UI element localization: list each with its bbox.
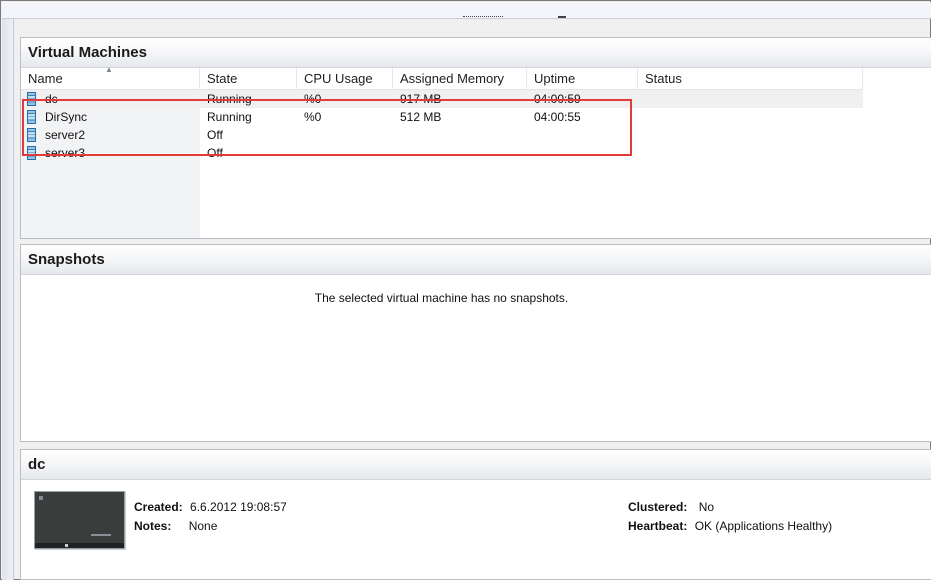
column-header-assigned-memory[interactable]: Assigned Memory (393, 68, 527, 90)
vm-status (638, 108, 863, 126)
vm-cpu-usage (297, 126, 393, 144)
virtual-machine-icon (27, 146, 36, 160)
vm-assigned-memory: 512 MB (400, 110, 442, 124)
vm-status (638, 126, 863, 144)
column-headers: ▲ Name State CPU Usage Assigned Memory U… (21, 65, 863, 90)
windows-logo-icon (91, 534, 111, 536)
hyperv-manager-window: Virtual Machines ▲ Name State CPU Usage … (0, 0, 931, 580)
taskbar (35, 543, 124, 548)
vm-uptime (527, 144, 638, 162)
vm-state: Off (207, 146, 223, 160)
vm-status (638, 144, 863, 162)
virtual-machines-title: Virtual Machines (21, 38, 931, 68)
start-button-icon (65, 544, 68, 547)
vm-name: server2 (45, 128, 86, 142)
vm-assigned-memory (393, 144, 527, 162)
vm-status (638, 90, 863, 108)
details-title: dc (21, 450, 931, 480)
snapshots-pane: Snapshots The selected virtual machine h… (20, 244, 931, 442)
vm-cpu-usage: %0 (304, 92, 322, 106)
heartbeat-label: Heartbeat: (628, 519, 688, 533)
vm-cpu-usage (297, 144, 393, 162)
virtual-machine-icon (27, 128, 36, 142)
heartbeat-value: OK (Applications Healthy) (694, 519, 833, 533)
details-body: Created: 6.6.2012 19:08:57 Notes: None C… (21, 480, 931, 580)
column-header-uptime[interactable]: Uptime (527, 68, 638, 90)
vm-uptime (527, 126, 638, 144)
created-field: Created: 6.6.2012 19:08:57 (134, 500, 287, 514)
toolbar-fragment (558, 16, 566, 18)
created-label: Created: (134, 500, 183, 514)
virtual-machine-icon (27, 92, 36, 106)
vm-thumbnail[interactable] (34, 491, 125, 549)
vm-assigned-memory (393, 126, 527, 144)
vm-uptime: 04:00:59 (534, 92, 581, 106)
details-pane: dc Created: 6.6.2012 19:08:57 Notes: Non… (20, 449, 931, 580)
column-header-name[interactable]: ▲ Name (21, 65, 200, 90)
vm-state: Running (207, 110, 252, 124)
left-splitter[interactable] (2, 19, 14, 580)
virtual-machines-pane: Virtual Machines ▲ Name State CPU Usage … (20, 37, 931, 239)
vm-list: ▲ Name State CPU Usage Assigned Memory U… (21, 65, 931, 238)
heartbeat-field: Heartbeat: OK (Applications Healthy) (628, 519, 832, 533)
virtual-machine-icon (27, 110, 36, 124)
column-header-cpu-usage[interactable]: CPU Usage (297, 68, 393, 90)
vm-state: Off (207, 128, 223, 142)
clustered-label: Clustered: (628, 500, 688, 514)
desktop-icon (39, 496, 43, 500)
vm-cpu-usage: %0 (304, 110, 322, 124)
snapshots-title: Snapshots (21, 245, 931, 275)
vm-assigned-memory: 917 MB (400, 92, 442, 106)
vm-row-dc[interactable]: dc Running %0 917 MB 04:00:59 (21, 90, 863, 108)
clustered-value: No (698, 500, 715, 514)
vm-rows: dc Running %0 917 MB 04:00:59 DirSync Ru… (21, 90, 863, 162)
vm-name: server3 (45, 146, 86, 160)
column-header-state[interactable]: State (200, 68, 297, 90)
created-value: 6.6.2012 19:08:57 (190, 500, 287, 514)
notes-label: Notes: (134, 519, 172, 533)
clustered-field: Clustered: No (628, 500, 714, 514)
vm-row-server3[interactable]: server3 Off (21, 144, 863, 162)
no-snapshots-message: The selected virtual machine has no snap… (314, 291, 569, 305)
vm-name: DirSync (45, 110, 88, 124)
notes-value: None (188, 519, 218, 533)
toolbar-fragment (463, 16, 503, 18)
vm-row-server2[interactable]: server2 Off (21, 126, 863, 144)
vm-state: Running (207, 92, 252, 106)
vm-uptime: 04:00:55 (534, 110, 581, 124)
sort-ascending-icon: ▲ (105, 65, 113, 74)
vm-row-dirsync[interactable]: DirSync Running %0 512 MB 04:00:55 (21, 108, 863, 126)
notes-field: Notes: None (134, 519, 217, 533)
vm-name: dc (45, 92, 58, 106)
column-header-status[interactable]: Status (638, 68, 863, 90)
toolbar-strip (2, 2, 931, 19)
